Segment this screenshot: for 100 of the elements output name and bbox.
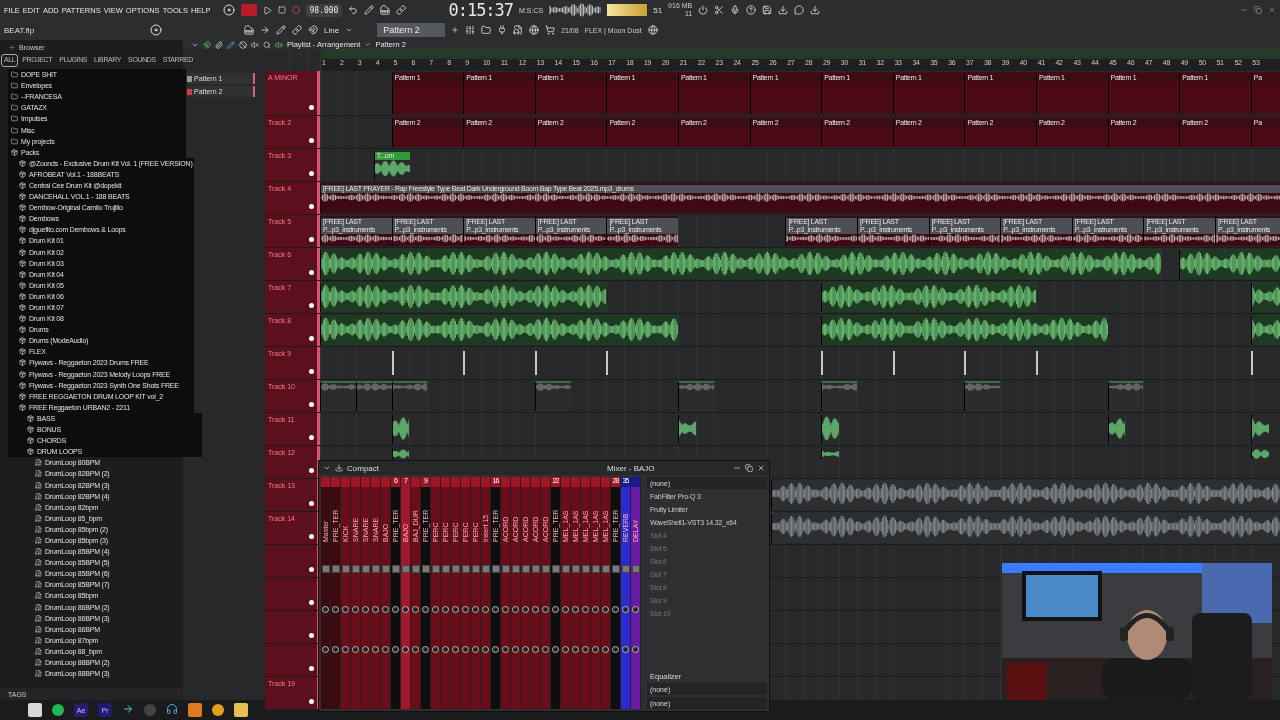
- knob-icon[interactable]: [222, 4, 235, 16]
- taskbar-app[interactable]: [52, 704, 64, 716]
- track-dot[interactable]: [309, 270, 314, 275]
- track-dot[interactable]: [309, 699, 314, 704]
- link-icon[interactable]: [292, 25, 302, 35]
- automation-marker[interactable]: [1036, 351, 1038, 375]
- audio-clip[interactable]: [1107, 381, 1144, 411]
- automation-marker[interactable]: [964, 351, 967, 375]
- restore-icon[interactable]: [1254, 6, 1262, 14]
- caret-icon[interactable]: [323, 464, 331, 472]
- speaker-off-icon[interactable]: [251, 40, 259, 49]
- track-dot[interactable]: [309, 468, 314, 473]
- track-dot[interactable]: [309, 633, 314, 638]
- automation-marker[interactable]: [463, 351, 466, 375]
- track-dot[interactable]: [309, 369, 314, 374]
- audio-clip[interactable]: [391, 381, 428, 411]
- pattern-selector[interactable]: Pattern 2: [377, 23, 446, 37]
- audio-clip[interactable]: [355, 381, 392, 411]
- track-dot[interactable]: [309, 138, 314, 143]
- download-icon[interactable]: [778, 5, 789, 15]
- track-dot[interactable]: [309, 666, 314, 671]
- track-dot[interactable]: [309, 105, 314, 110]
- track-header[interactable]: [265, 611, 320, 643]
- automation-marker[interactable]: [1250, 351, 1253, 375]
- microphone-icon[interactable]: [730, 5, 741, 15]
- pattern-song-toggle[interactable]: [240, 4, 257, 16]
- audio-clip[interactable]: [678, 414, 696, 444]
- plug-icon[interactable]: [497, 25, 508, 35]
- track-header[interactable]: [265, 578, 320, 610]
- download-icon[interactable]: [335, 464, 343, 472]
- automation-marker[interactable]: [391, 351, 394, 375]
- magnet-icon[interactable]: [308, 25, 318, 35]
- scissors-icon[interactable]: [714, 5, 725, 15]
- audio-clip[interactable]: [391, 447, 410, 459]
- track-header[interactable]: [265, 644, 320, 676]
- audio-clip[interactable]: [1250, 447, 1269, 459]
- automation-marker[interactable]: [534, 351, 537, 375]
- automation-marker[interactable]: [892, 351, 895, 375]
- file-icon[interactable]: [513, 25, 524, 35]
- knob-icon[interactable]: [150, 24, 162, 36]
- track-header[interactable]: [265, 545, 320, 577]
- track-dot[interactable]: [309, 237, 314, 242]
- restore-icon[interactable]: [745, 464, 753, 472]
- globe-icon[interactable]: [647, 25, 658, 35]
- audio-clip[interactable]: [821, 447, 840, 459]
- stop-icon[interactable]: [277, 6, 286, 14]
- automation-marker[interactable]: [821, 351, 824, 375]
- audio-clip[interactable]: [1250, 414, 1269, 444]
- caret-icon[interactable]: [364, 41, 372, 48]
- piano-icon[interactable]: [244, 25, 254, 35]
- close-icon[interactable]: [1268, 6, 1276, 14]
- track-dot[interactable]: [309, 534, 314, 539]
- pack-icon: [19, 292, 26, 300]
- track-dot[interactable]: [309, 171, 314, 176]
- power-icon[interactable]: [698, 5, 709, 15]
- snap-dropdown[interactable]: Line: [324, 25, 340, 35]
- pencil-icon[interactable]: [227, 40, 235, 49]
- audio-clip[interactable]: [821, 414, 840, 444]
- audio-clip[interactable]: [391, 414, 410, 444]
- link-icon[interactable]: [396, 5, 407, 15]
- track-dot[interactable]: [309, 204, 314, 209]
- track-dot[interactable]: [309, 600, 314, 605]
- add-pattern-icon[interactable]: [451, 26, 460, 34]
- paperclip-icon[interactable]: [215, 40, 223, 49]
- audio-clip[interactable]: [821, 381, 857, 411]
- cart-icon[interactable]: [545, 25, 556, 35]
- audio-clip[interactable]: [1107, 414, 1126, 444]
- download-icon[interactable]: [810, 5, 821, 15]
- pack-icon: [27, 414, 34, 422]
- caret-icon[interactable]: [345, 26, 354, 34]
- magnet-icon[interactable]: [203, 40, 211, 49]
- headphones-icon[interactable]: [166, 703, 178, 715]
- sliders-icon[interactable]: [465, 25, 476, 35]
- search-icon[interactable]: [263, 40, 271, 49]
- mute-tool-icon[interactable]: [239, 40, 247, 49]
- chat-icon[interactable]: [794, 5, 805, 15]
- tempo-display[interactable]: 98.000: [305, 3, 343, 17]
- minimize-icon[interactable]: [733, 464, 741, 472]
- audio-clip[interactable]: [964, 381, 1001, 411]
- track-dot[interactable]: [309, 336, 314, 341]
- mixer-view[interactable]: Compact: [347, 463, 379, 473]
- taskbar-app[interactable]: [212, 704, 224, 716]
- audio-clip[interactable]: [678, 381, 714, 411]
- audio-clip[interactable]: [534, 381, 571, 411]
- play-icon[interactable]: [262, 5, 272, 15]
- track-dot[interactable]: [309, 402, 314, 407]
- speaker-icon[interactable]: [275, 40, 283, 49]
- piano-icon[interactable]: [380, 5, 391, 15]
- globe-icon[interactable]: [529, 25, 540, 35]
- audio-clip[interactable]: [320, 381, 356, 411]
- folder-icon[interactable]: [481, 25, 492, 35]
- track-dot[interactable]: [309, 567, 314, 572]
- arrow-icon[interactable]: [122, 703, 134, 715]
- automation-marker[interactable]: [606, 351, 609, 375]
- track-dot[interactable]: [309, 435, 314, 440]
- track-dot[interactable]: [309, 303, 314, 308]
- save-icon[interactable]: [762, 5, 773, 15]
- track-dot[interactable]: [309, 501, 314, 506]
- help-icon[interactable]: [746, 5, 757, 15]
- arrow-icon[interactable]: [260, 25, 270, 35]
